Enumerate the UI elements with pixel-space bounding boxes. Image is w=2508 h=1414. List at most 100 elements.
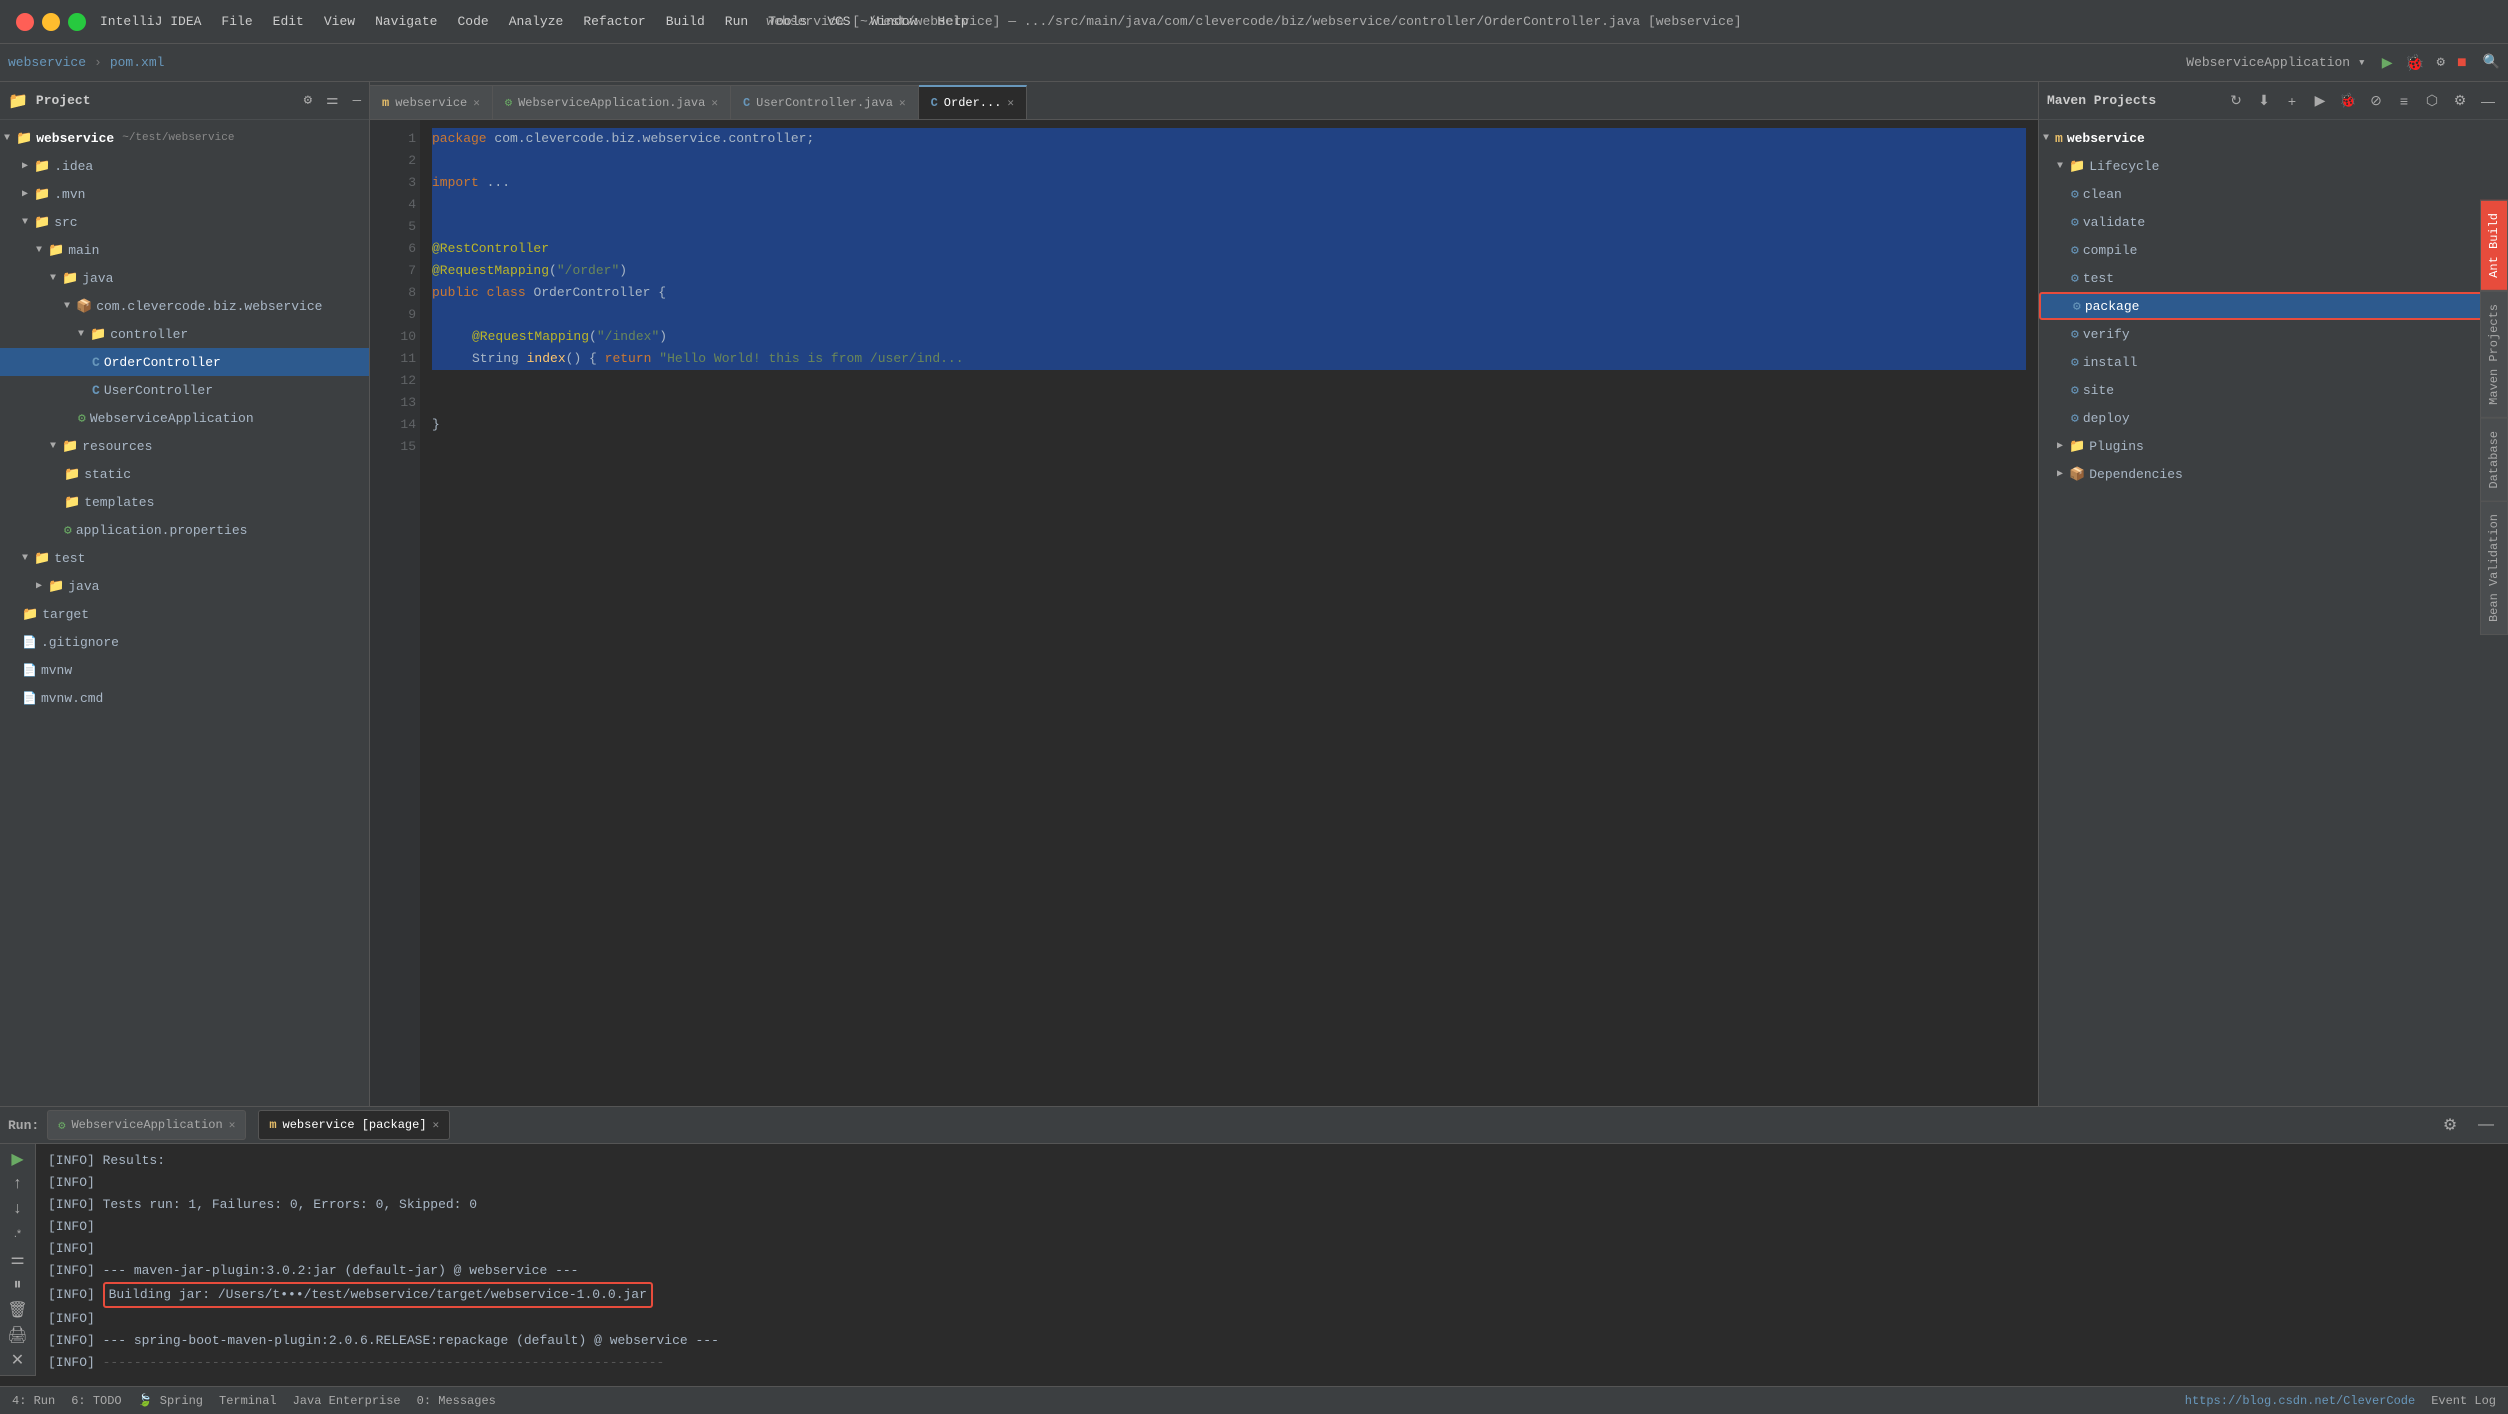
maven-item-plugins[interactable]: ▶ 📁 Plugins: [2039, 432, 2508, 460]
menu-intellij[interactable]: IntelliJ IDEA: [90, 10, 211, 33]
run-regex-btn[interactable]: .*: [4, 1224, 32, 1245]
tree-item-mvnwcmd[interactable]: 📄 mvnw.cmd: [0, 684, 369, 712]
breadcrumb-project[interactable]: webservice: [8, 55, 86, 70]
status-messages[interactable]: 0: Messages: [417, 1394, 496, 1408]
status-terminal[interactable]: Terminal: [219, 1394, 277, 1408]
run-filter-btn[interactable]: ⚌: [4, 1249, 32, 1270]
maven-download-btn[interactable]: ⬇: [2252, 89, 2276, 113]
tree-item-controller[interactable]: ▼ 📁 controller: [0, 320, 369, 348]
maven-item-lifecycle[interactable]: ▼ 📁 Lifecycle: [2039, 152, 2508, 180]
maven-item-site[interactable]: ⚙ site: [2039, 376, 2508, 404]
project-minimize-icon[interactable]: —: [353, 93, 361, 109]
settings-icon[interactable]: ⚙: [2437, 54, 2445, 71]
maven-item-verify[interactable]: ⚙ verify: [2039, 320, 2508, 348]
tree-item-java[interactable]: ▼ 📁 java: [0, 264, 369, 292]
right-tab-antbuild[interactable]: Ant Build: [2480, 200, 2508, 291]
maven-minimize-btn[interactable]: —: [2476, 89, 2500, 113]
menu-edit[interactable]: Edit: [263, 10, 314, 33]
tree-item-com[interactable]: ▼ 📦 com.clevercode.biz.webservice: [0, 292, 369, 320]
menu-view[interactable]: View: [314, 10, 365, 33]
tree-item-mvn[interactable]: ▶ 📁 .mvn: [0, 180, 369, 208]
right-tab-maven[interactable]: Maven Projects: [2480, 291, 2508, 418]
menu-refactor[interactable]: Refactor: [573, 10, 655, 33]
tree-item-ordercontroller[interactable]: C OrderController: [0, 348, 369, 376]
maven-lifecycle-btn[interactable]: ≡: [2392, 89, 2416, 113]
tree-item-static[interactable]: 📁 static: [0, 460, 369, 488]
right-tab-database[interactable]: Database: [2480, 418, 2508, 502]
status-run[interactable]: 4: Run: [12, 1394, 55, 1408]
maven-item-deploy[interactable]: ⚙ deploy: [2039, 404, 2508, 432]
tree-item-usercontroller[interactable]: C UserController: [0, 376, 369, 404]
tree-item-templates[interactable]: 📁 templates: [0, 488, 369, 516]
maven-item-test[interactable]: ⚙ test: [2039, 264, 2508, 292]
tab-close-ordercontroller[interactable]: ✕: [1007, 96, 1014, 110]
tree-item-gitignore[interactable]: 📄 .gitignore: [0, 628, 369, 656]
project-settings-icon[interactable]: ⚙: [304, 92, 312, 109]
menu-run[interactable]: Run: [715, 10, 758, 33]
menu-file[interactable]: File: [211, 10, 262, 33]
maximize-button[interactable]: [68, 13, 86, 31]
right-tab-beanvalidation[interactable]: Bean Validation: [2480, 501, 2508, 635]
tab-webserviceapp[interactable]: ⚙ WebserviceApplication.java ✕: [493, 85, 731, 119]
project-layout-icon[interactable]: ⚌: [326, 92, 339, 109]
menu-build[interactable]: Build: [656, 10, 715, 33]
maven-item-clean[interactable]: ⚙ clean: [2039, 180, 2508, 208]
tree-item-webservice[interactable]: ▼ 📁 webservice ~/test/webservice: [0, 124, 369, 152]
close-button[interactable]: [16, 13, 34, 31]
tree-item-idea[interactable]: ▶ 📁 .idea: [0, 152, 369, 180]
run-play-btn[interactable]: ▶: [4, 1148, 32, 1169]
run-panel-minimize-btn[interactable]: —: [2472, 1111, 2500, 1139]
tab-webservice[interactable]: m webservice ✕: [370, 85, 493, 119]
run-tab-close-app[interactable]: ✕: [229, 1118, 236, 1132]
debug-button[interactable]: 🐞: [2405, 53, 2425, 73]
maven-item-package[interactable]: ⚙ package: [2039, 292, 2508, 320]
maven-refresh-btn[interactable]: ↻: [2224, 89, 2248, 113]
maven-skip-tests-btn[interactable]: ⊘: [2364, 89, 2388, 113]
event-log[interactable]: Event Log: [2431, 1394, 2496, 1408]
console-output[interactable]: [INFO] Results: [INFO] [INFO] Tests run:…: [36, 1144, 2508, 1376]
run-panel-settings-btn[interactable]: ⚙: [2436, 1111, 2464, 1139]
minimize-button[interactable]: [42, 13, 60, 31]
run-print-btn[interactable]: 🖨: [4, 1325, 32, 1346]
tab-close-webservice[interactable]: ✕: [473, 96, 480, 110]
tree-item-test[interactable]: ▼ 📁 test: [0, 544, 369, 572]
run-tab-webserviceapp[interactable]: ⚙ WebserviceApplication ✕: [47, 1110, 246, 1140]
maven-item-validate[interactable]: ⚙ validate: [2039, 208, 2508, 236]
status-spring[interactable]: 🍃 Spring: [138, 1393, 203, 1408]
stop-button[interactable]: ■: [2457, 54, 2467, 72]
run-tab-close-package[interactable]: ✕: [433, 1118, 440, 1132]
tree-item-target[interactable]: 📁 target: [0, 600, 369, 628]
menu-navigate[interactable]: Navigate: [365, 10, 447, 33]
maven-settings-btn[interactable]: ⚙: [2448, 89, 2472, 113]
maven-debug-btn[interactable]: 🐞: [2336, 89, 2360, 113]
tree-item-resources[interactable]: ▼ 📁 resources: [0, 432, 369, 460]
menu-analyze[interactable]: Analyze: [499, 10, 574, 33]
blog-url[interactable]: https://blog.csdn.net/CleverCode: [2185, 1394, 2415, 1408]
run-pause-btn[interactable]: ⏸: [4, 1274, 32, 1295]
tree-item-appprops[interactable]: ⚙ application.properties: [0, 516, 369, 544]
maven-deps-btn[interactable]: ⬡: [2420, 89, 2444, 113]
run-button[interactable]: ▶: [2382, 52, 2393, 74]
maven-item-install[interactable]: ⚙ install: [2039, 348, 2508, 376]
tree-item-src[interactable]: ▼ 📁 src: [0, 208, 369, 236]
tab-close-usercontroller[interactable]: ✕: [899, 96, 906, 110]
run-close-btn[interactable]: ✕: [4, 1350, 32, 1371]
run-clear-btn[interactable]: 🗑: [4, 1299, 32, 1320]
maven-item-compile[interactable]: ⚙ compile: [2039, 236, 2508, 264]
tab-close-webserviceapp[interactable]: ✕: [711, 96, 718, 110]
tree-item-webserviceapp[interactable]: ⚙ WebserviceApplication: [0, 404, 369, 432]
status-javaenterprise[interactable]: Java Enterprise: [293, 1394, 401, 1408]
maven-item-dependencies[interactable]: ▶ 📦 Dependencies: [2039, 460, 2508, 488]
run-scroll-down-btn[interactable]: ↓: [4, 1198, 32, 1219]
maven-item-webservice[interactable]: ▼ m webservice: [2039, 124, 2508, 152]
search-icon[interactable]: 🔍: [2483, 54, 2500, 71]
tab-usercontroller[interactable]: C UserController.java ✕: [731, 85, 919, 119]
breadcrumb-file[interactable]: pom.xml: [110, 55, 165, 70]
tree-item-test-java[interactable]: ▶ 📁 java: [0, 572, 369, 600]
run-tab-package[interactable]: m webservice [package] ✕: [258, 1110, 450, 1140]
tree-item-main[interactable]: ▼ 📁 main: [0, 236, 369, 264]
run-config-selector[interactable]: WebserviceApplication ▾: [2186, 55, 2365, 70]
run-scroll-up-btn[interactable]: ↑: [4, 1173, 32, 1194]
code-content[interactable]: package com.clevercode.biz.webservice.co…: [420, 120, 2038, 1106]
maven-run-btn[interactable]: ▶: [2308, 89, 2332, 113]
